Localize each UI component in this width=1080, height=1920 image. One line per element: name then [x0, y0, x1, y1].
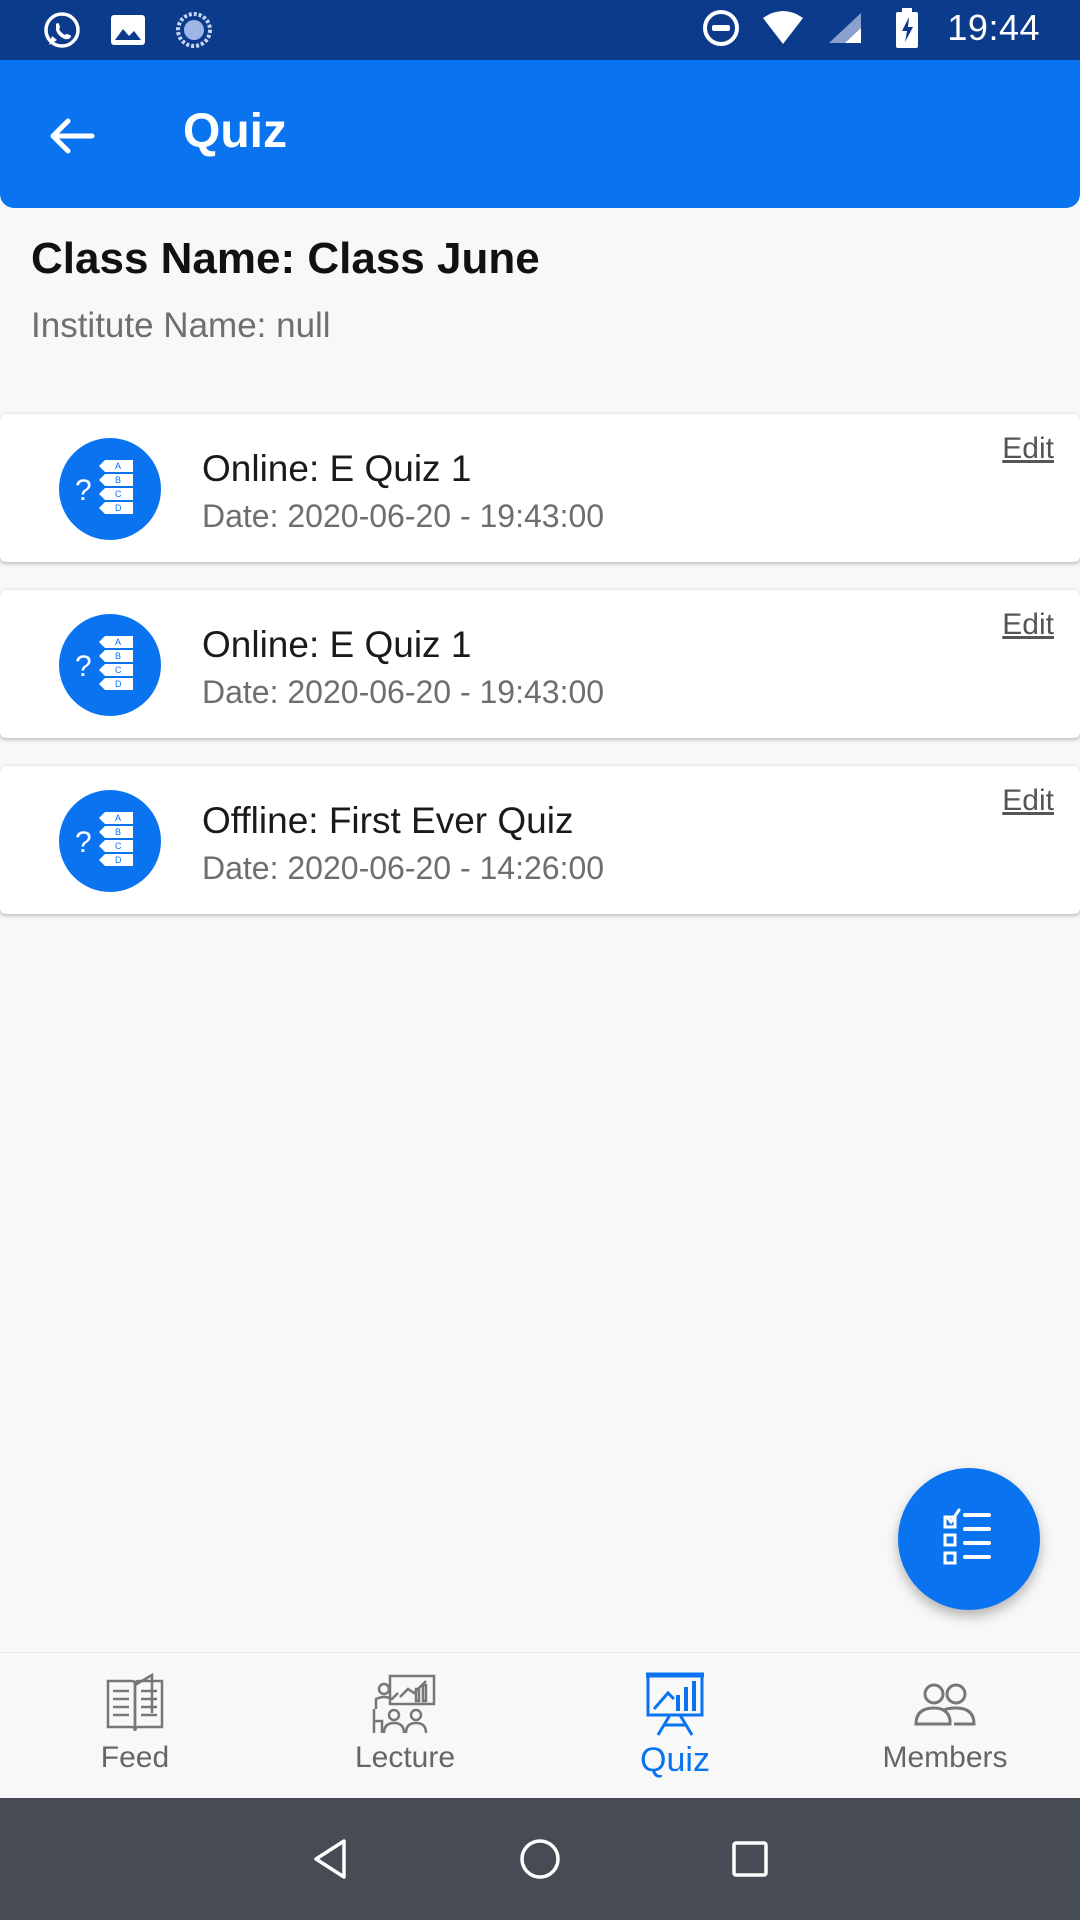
- battery-charging-icon: [885, 6, 929, 50]
- svg-text:B: B: [115, 475, 121, 485]
- add-quiz-fab[interactable]: [898, 1468, 1040, 1610]
- svg-text:D: D: [115, 503, 122, 513]
- signal-icon: [823, 6, 867, 50]
- classroom-icon: [369, 1671, 441, 1737]
- system-back-button[interactable]: [300, 1829, 360, 1889]
- svg-text:?: ?: [75, 650, 92, 683]
- nav-label-feed: Feed: [100, 1741, 170, 1774]
- wifi-icon: [761, 6, 805, 50]
- image-icon: [106, 8, 150, 52]
- checklist-icon: [943, 1508, 991, 1565]
- quiz-card[interactable]: ? ABCD Offline: First Ever Quiz Date: 20…: [0, 766, 1080, 914]
- whatsapp-icon: [40, 8, 84, 52]
- arrow-left-icon: [50, 118, 95, 154]
- quiz-icon: ? ABCD: [59, 438, 161, 540]
- bottom-nav: Feed Lecture Quiz Members: [0, 1652, 1080, 1798]
- page-title: Quiz: [183, 105, 287, 158]
- svg-text:B: B: [115, 827, 121, 837]
- quiz-title: Online: E Quiz 1: [202, 624, 472, 665]
- nav-label-members: Members: [882, 1741, 1008, 1774]
- svg-text:A: A: [115, 813, 121, 823]
- svg-text:?: ?: [75, 474, 92, 507]
- edit-link[interactable]: Edit: [1002, 432, 1054, 466]
- status-left-icons: [40, 8, 216, 52]
- quiz-list: ? ABCD Online: E Quiz 1 Date: 2020-06-20…: [0, 414, 1080, 942]
- svg-text:D: D: [115, 855, 122, 865]
- status-bar: 19:44: [0, 0, 1080, 60]
- nav-label-quiz: Quiz: [640, 1741, 710, 1779]
- people-icon: [909, 1671, 981, 1737]
- quiz-title: Offline: First Ever Quiz: [202, 800, 574, 841]
- triangle-back-icon: [314, 1839, 346, 1879]
- svg-text:C: C: [115, 489, 122, 499]
- class-name: Class Name: Class June: [31, 234, 540, 283]
- nav-label-lecture: Lecture: [354, 1741, 456, 1774]
- edit-link[interactable]: Edit: [1002, 784, 1054, 818]
- back-button[interactable]: [36, 100, 108, 172]
- svg-text:B: B: [115, 651, 121, 661]
- edit-link[interactable]: Edit: [1002, 608, 1054, 642]
- system-home-button[interactable]: [510, 1829, 570, 1889]
- svg-text:C: C: [115, 841, 122, 851]
- quiz-icon: ? ABCD: [59, 790, 161, 892]
- quiz-title: Online: E Quiz 1: [202, 448, 472, 489]
- svg-text:A: A: [115, 461, 121, 471]
- nav-item-quiz[interactable]: Quiz: [540, 1653, 810, 1799]
- quiz-icon: ? ABCD: [59, 614, 161, 716]
- institute-name: Institute Name: null: [31, 306, 331, 345]
- svg-text:D: D: [115, 679, 122, 689]
- svg-text:C: C: [115, 665, 122, 675]
- svg-text:?: ?: [75, 826, 92, 859]
- app-bar: Quiz: [0, 60, 1080, 208]
- system-recents-button[interactable]: [720, 1829, 780, 1889]
- status-time: 19:44: [947, 7, 1040, 48]
- book-icon: [99, 1671, 171, 1737]
- nav-item-members[interactable]: Members: [810, 1653, 1080, 1799]
- svg-text:A: A: [115, 637, 121, 647]
- loader-icon: [172, 8, 216, 52]
- system-nav-bar: [0, 1798, 1080, 1920]
- circle-home-icon: [520, 1839, 560, 1879]
- nav-item-feed[interactable]: Feed: [0, 1653, 270, 1799]
- status-right-icons: 19:44: [699, 6, 1040, 50]
- presentation-chart-icon: [639, 1671, 711, 1737]
- square-recents-icon: [732, 1841, 768, 1877]
- nav-item-lecture[interactable]: Lecture: [270, 1653, 540, 1799]
- quiz-card[interactable]: ? ABCD Online: E Quiz 1 Date: 2020-06-20…: [0, 590, 1080, 738]
- quiz-date: Date: 2020-06-20 - 19:43:00: [202, 498, 605, 534]
- quiz-date: Date: 2020-06-20 - 14:26:00: [202, 850, 605, 886]
- quiz-card[interactable]: ? ABCD Online: E Quiz 1 Date: 2020-06-20…: [0, 414, 1080, 562]
- quiz-date: Date: 2020-06-20 - 19:43:00: [202, 674, 605, 710]
- dnd-icon: [699, 6, 743, 50]
